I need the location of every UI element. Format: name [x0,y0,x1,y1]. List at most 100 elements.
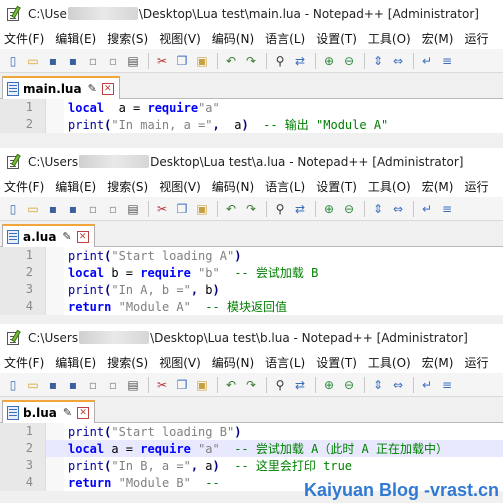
menu-item[interactable]: 运行 [464,178,488,195]
pin-icon[interactable]: ✎ [63,406,72,419]
replace-icon[interactable]: ⇄ [291,200,309,218]
menu-item[interactable]: 工具(O) [368,354,411,371]
menu-item[interactable]: 语言(L) [265,30,305,47]
menu-item[interactable]: 运行 [464,354,488,371]
close-all-icon[interactable]: ▫ [104,376,122,394]
find-icon[interactable]: ⚲ [271,52,289,70]
save-all-icon[interactable]: ▪ [64,376,82,394]
menu-item[interactable]: 视图(V) [159,354,201,371]
indent-icon[interactable]: ≡ [438,376,456,394]
menu-item[interactable]: 编辑(E) [55,354,96,371]
menu-item[interactable]: 语言(L) [265,354,305,371]
menu-item[interactable]: 搜索(S) [107,354,148,371]
menu-item[interactable]: 设置(T) [316,30,357,47]
menu-item[interactable]: 搜索(S) [107,178,148,195]
close-icon[interactable]: ▫ [84,200,102,218]
zoom-out-icon[interactable]: ⊖ [340,376,358,394]
title-bar[interactable]: C:\Use \Desktop\Lua test\main.lua - Note… [0,0,503,27]
paste-icon[interactable]: ▣ [193,200,211,218]
code-line[interactable]: 2 local b = require "b" -- 尝试加载 B [0,264,503,281]
menu-item[interactable]: 设置(T) [316,354,357,371]
zoom-in-icon[interactable]: ⊕ [320,52,338,70]
menu-item[interactable]: 文件(F) [4,354,44,371]
pin-icon[interactable]: ✎ [88,82,97,95]
redo-icon[interactable]: ↷ [242,52,260,70]
code-line[interactable]: 3 print("In B, a =", a) -- 这里会打印 true [0,457,503,474]
menu-item[interactable]: 宏(M) [422,178,454,195]
close-icon[interactable]: ▫ [84,376,102,394]
print-icon[interactable]: ▤ [124,376,142,394]
copy-icon[interactable]: ❐ [173,200,191,218]
sync-v-icon[interactable]: ⇕ [369,200,387,218]
sync-v-icon[interactable]: ⇕ [369,376,387,394]
save-all-icon[interactable]: ▪ [64,52,82,70]
close-icon[interactable]: ▫ [84,52,102,70]
copy-icon[interactable]: ❐ [173,52,191,70]
find-icon[interactable]: ⚲ [271,200,289,218]
sync-h-icon[interactable]: ⇔ [389,376,407,394]
menu-item[interactable]: 编码(N) [212,354,254,371]
menu-item[interactable]: 语言(L) [265,178,305,195]
paste-icon[interactable]: ▣ [193,52,211,70]
file-tab[interactable]: main.lua ✎ ✕ [2,76,120,99]
menu-item[interactable]: 搜索(S) [107,30,148,47]
sync-h-icon[interactable]: ⇔ [389,52,407,70]
close-tab-icon[interactable]: ✕ [77,406,90,419]
save-icon[interactable]: ▪ [44,376,62,394]
title-bar[interactable]: C:\Users \Desktop\Lua test\b.lua - Notep… [0,324,503,351]
copy-icon[interactable]: ❐ [173,376,191,394]
close-all-icon[interactable]: ▫ [104,200,122,218]
menu-item[interactable]: 编辑(E) [55,30,96,47]
code-line[interactable]: 2 print("In main, a =", a) -- 输出 "Module … [0,116,503,133]
code-line[interactable]: 2 local a = require "a" -- 尝试加载 A（此时 A 正在… [0,440,503,457]
open-file-icon[interactable]: ▭ [24,376,42,394]
menu-item[interactable]: 编码(N) [212,178,254,195]
menu-item[interactable]: 设置(T) [316,178,357,195]
code-line[interactable]: 1 print("Start loading A") [0,247,503,264]
close-all-icon[interactable]: ▫ [104,52,122,70]
code-editor[interactable]: 1 print("Start loading A") 2 local b = requ… [0,247,503,315]
file-tab[interactable]: b.lua ✎ ✕ [2,400,96,423]
close-tab-icon[interactable]: ✕ [76,230,89,243]
menu-item[interactable]: 视图(V) [159,30,201,47]
redo-icon[interactable]: ↷ [242,376,260,394]
menu-item[interactable]: 编辑(E) [55,178,96,195]
code-line[interactable]: 4 return "Module A" -- 模块返回值 [0,298,503,315]
indent-icon[interactable]: ≡ [438,200,456,218]
zoom-out-icon[interactable]: ⊖ [340,52,358,70]
menu-item[interactable]: 文件(F) [4,30,44,47]
find-icon[interactable]: ⚲ [271,376,289,394]
undo-icon[interactable]: ↶ [222,376,240,394]
file-tab[interactable]: a.lua ✎ ✕ [2,224,95,247]
save-icon[interactable]: ▪ [44,200,62,218]
new-file-icon[interactable]: ▯ [4,52,22,70]
wrap-icon[interactable]: ↵ [418,52,436,70]
undo-icon[interactable]: ↶ [222,200,240,218]
zoom-in-icon[interactable]: ⊕ [320,376,338,394]
code-line[interactable]: 1 print("Start loading B") [0,423,503,440]
wrap-icon[interactable]: ↵ [418,200,436,218]
print-icon[interactable]: ▤ [124,200,142,218]
paste-icon[interactable]: ▣ [193,376,211,394]
sync-v-icon[interactable]: ⇕ [369,52,387,70]
new-file-icon[interactable]: ▯ [4,200,22,218]
menu-item[interactable]: 编码(N) [212,30,254,47]
sync-h-icon[interactable]: ⇔ [389,200,407,218]
title-bar[interactable]: C:\Users Desktop\Lua test\a.lua - Notepa… [0,148,503,175]
code-editor[interactable]: 1 local a = require"a" 2 print("In main, a … [0,99,503,133]
open-file-icon[interactable]: ▭ [24,52,42,70]
save-icon[interactable]: ▪ [44,52,62,70]
replace-icon[interactable]: ⇄ [291,376,309,394]
replace-icon[interactable]: ⇄ [291,52,309,70]
menu-item[interactable]: 工具(O) [368,30,411,47]
zoom-out-icon[interactable]: ⊖ [340,200,358,218]
save-all-icon[interactable]: ▪ [64,200,82,218]
cut-icon[interactable]: ✂ [153,200,171,218]
code-line[interactable]: 3 print("In A, b =", b) [0,281,503,298]
print-icon[interactable]: ▤ [124,52,142,70]
cut-icon[interactable]: ✂ [153,376,171,394]
menu-item[interactable]: 视图(V) [159,178,201,195]
indent-icon[interactable]: ≡ [438,52,456,70]
wrap-icon[interactable]: ↵ [418,376,436,394]
undo-icon[interactable]: ↶ [222,52,240,70]
